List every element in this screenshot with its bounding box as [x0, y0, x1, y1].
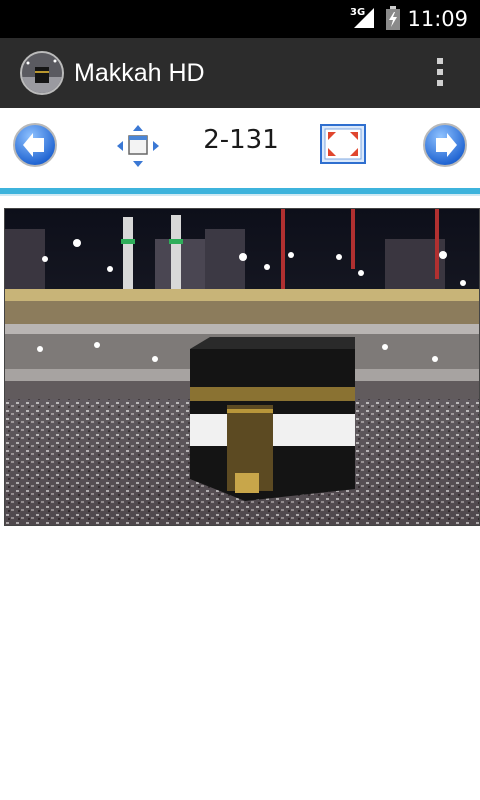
image-counter: 2-131 — [203, 125, 279, 155]
battery-icon — [386, 6, 400, 30]
overflow-menu-icon[interactable] — [436, 58, 444, 90]
resize-window-icon[interactable] — [116, 124, 160, 168]
kaaba-thumbnail-icon[interactable] — [20, 51, 64, 95]
fullscreen-icon[interactable] — [320, 124, 366, 164]
clock: 11:09 — [407, 7, 468, 31]
kaaba-photo[interactable] — [4, 208, 480, 526]
app-title: Makkah HD — [74, 59, 205, 87]
action-bar: Makkah HD — [0, 38, 480, 108]
toolbar-divider — [0, 188, 480, 196]
status-bar: 3G 11:09 — [0, 0, 480, 38]
previous-arrow-icon[interactable] — [12, 122, 58, 168]
next-arrow-icon[interactable] — [422, 122, 468, 168]
network-type: 3G — [350, 7, 366, 18]
signal-icon: 3G — [350, 6, 376, 30]
image-toolbar: 2-131 — [0, 108, 480, 186]
